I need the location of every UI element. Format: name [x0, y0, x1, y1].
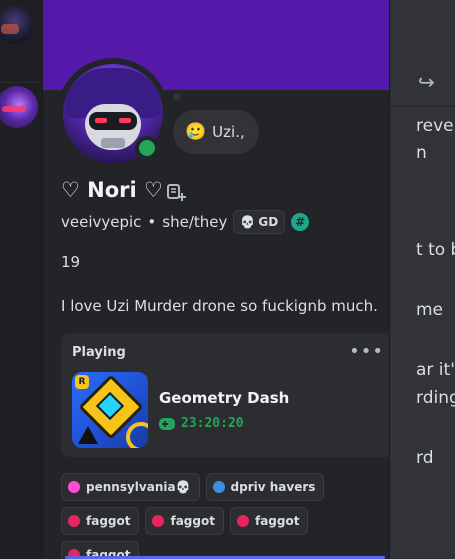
display-name: ♡ Nori ♡	[61, 178, 163, 202]
role-pill[interactable]: faggot	[61, 507, 140, 535]
role-color-dot	[68, 515, 80, 527]
profile-popout: 🥲 Uzi., ♡ Nori ♡ veeivyepic • she/they 💀…	[42, 0, 390, 559]
role-pill[interactable]: faggot	[145, 507, 224, 535]
geometry-dash-icon: R	[72, 372, 148, 448]
username[interactable]: veeivyepic	[61, 213, 141, 231]
username-separator: •	[147, 213, 157, 231]
username-row: veeivyepic • she/they 💀 GD #	[61, 210, 310, 234]
role-pill[interactable]: faggot	[229, 507, 309, 535]
custom-status-emoji: 🥲	[185, 122, 207, 142]
role-color-dot	[152, 515, 165, 527]
role-color-dot	[212, 481, 225, 493]
pronouns: she/they	[162, 213, 228, 231]
controller-icon	[159, 417, 175, 430]
custom-status-text: Uzi.,	[212, 123, 245, 141]
elapsed-time: 23:20:20	[159, 416, 244, 431]
role-pill[interactable]: dpriv havers	[205, 473, 325, 501]
role-label: pennsylvania💀	[86, 480, 191, 494]
game-title: Geometry Dash	[159, 389, 290, 407]
role-label: dpriv havers	[230, 480, 316, 494]
skull-icon: 💀	[240, 215, 256, 229]
custom-status[interactable]: 🥲 Uzi.,	[173, 110, 259, 154]
hash-badge-icon[interactable]: #	[291, 213, 310, 231]
background-message-text: rding	[416, 388, 455, 408]
role-color-dot	[68, 481, 80, 493]
server-avatar[interactable]	[0, 6, 34, 44]
roles-list: pennsylvania💀 dpriv havers faggot faggot…	[61, 473, 389, 559]
role-label: faggot	[86, 514, 131, 528]
background-message-text: ar it'	[416, 360, 455, 380]
background-message-text: t to b	[416, 240, 455, 260]
activity-card: Playing ••• R Geometry Dash 23:20:20	[61, 333, 389, 457]
activity-heading: Playing	[72, 345, 126, 360]
background-message-text: revei	[416, 116, 455, 136]
role-label: faggot	[254, 514, 300, 528]
add-note-icon[interactable]	[167, 184, 187, 202]
status-bubble-tail	[173, 93, 181, 101]
server-avatar[interactable]	[0, 86, 38, 128]
online-status-indicator	[135, 136, 159, 160]
bio-line: 19	[61, 253, 81, 271]
role-label: faggot	[170, 514, 215, 528]
bio-line: I love Uzi Murder drone so fuckignb much…	[61, 297, 378, 315]
server-rail	[0, 0, 42, 559]
background-message-text: me	[416, 300, 444, 320]
background-message-text: rd	[416, 448, 434, 468]
rail-divider	[0, 82, 42, 83]
role-pill[interactable]: pennsylvania💀	[61, 473, 200, 501]
background-message-text: n	[416, 143, 427, 163]
forward-icon[interactable]: ↪	[418, 70, 435, 94]
clan-tag[interactable]: 💀 GD	[233, 210, 286, 234]
elapsed-time-value: 23:20:20	[181, 416, 244, 431]
role-color-dot	[236, 515, 249, 527]
clan-tag-label: GD	[258, 215, 279, 229]
more-options-icon[interactable]: •••	[349, 341, 384, 362]
